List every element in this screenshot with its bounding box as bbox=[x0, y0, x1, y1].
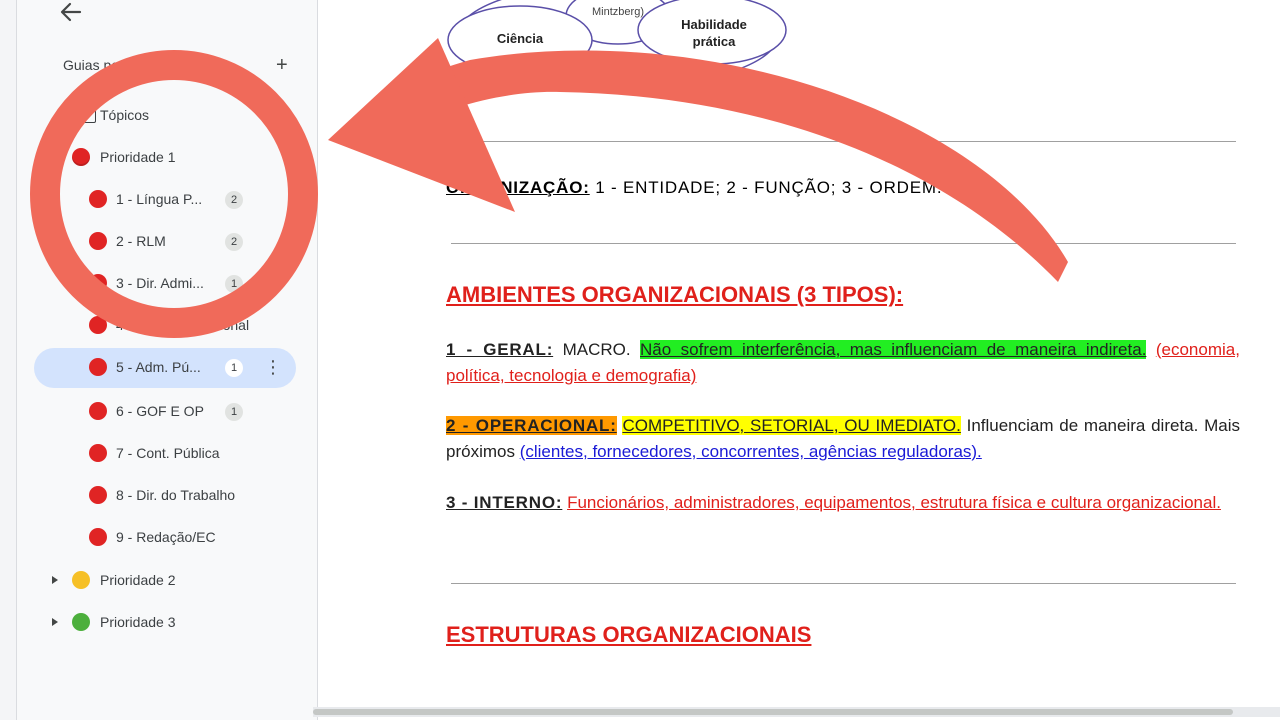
document-page[interactable]: Mintzberg) Ciência Habilidade prática OR… bbox=[318, 0, 1280, 720]
interno-term: 3 - INTERNO: bbox=[446, 493, 563, 512]
diagram-pratica-text: prática bbox=[693, 34, 736, 49]
sidebar-item-label: 4 - Dir. Constitucional bbox=[116, 317, 250, 333]
sidebar-item-adm-publica[interactable]: 5 - Adm. Pú... 1 ⋮ bbox=[34, 348, 296, 388]
sidebar-item-rlm[interactable]: 2 - RLM 2 bbox=[17, 222, 317, 260]
sidebar-item-prioridade-2[interactable]: Prioridade 2 bbox=[17, 561, 317, 599]
diagram-habilidade-text: Habilidade bbox=[681, 17, 747, 32]
sidebar-item-label: 2 - RLM bbox=[116, 233, 166, 249]
operacional-detail: (clientes, fornecedores, concorrentes, a… bbox=[519, 442, 982, 461]
yellow-circle-icon bbox=[72, 571, 90, 589]
mintzberg-diagram: Mintzberg) Ciência Habilidade prática bbox=[447, 0, 787, 88]
organizacao-term: ORGANIZAÇÃO: bbox=[446, 178, 590, 197]
sidebar-item-label: Tópicos bbox=[100, 107, 150, 123]
horizontal-scrollbar[interactable] bbox=[313, 707, 1280, 717]
sidebar-item-label: Prioridade 3 bbox=[100, 614, 176, 630]
sidebar-item-dir-administrativo[interactable]: 3 - Dir. Admi... 1 bbox=[17, 264, 317, 302]
red-circle-icon bbox=[89, 358, 107, 376]
organizacao-text: 1 - ENTIDADE; 2 - FUNÇÃO; 3 - ORDEM. bbox=[595, 178, 943, 197]
left-rail bbox=[0, 0, 17, 720]
interno-paragraph: 3 - INTERNO: Funcionários, administrador… bbox=[446, 490, 1240, 516]
sidebar-item-gof-e-op[interactable]: 6 - GOF E OP 1 bbox=[17, 392, 317, 430]
estruturas-heading: ESTRUTURAS ORGANIZACIONAIS bbox=[446, 622, 812, 647]
expand-triangle-icon[interactable] bbox=[52, 618, 58, 626]
sidebar-item-label: 7 - Cont. Pública bbox=[116, 445, 220, 461]
red-circle-icon bbox=[89, 232, 107, 250]
divider bbox=[451, 583, 1236, 584]
operacional-term: 2 - OPERACIONAL: bbox=[446, 416, 617, 435]
sidebar-item-topicos[interactable]: Tópicos bbox=[17, 96, 317, 134]
sidebar-item-label: 8 - Dir. do Trabalho bbox=[116, 487, 236, 503]
sidebar-item-prioridade-3[interactable]: Prioridade 3 bbox=[17, 603, 317, 641]
divider bbox=[451, 141, 1236, 142]
comment-count-badge: 2 bbox=[225, 191, 243, 209]
expand-triangle-icon[interactable] bbox=[52, 576, 58, 584]
sidebar-item-cont-publica[interactable]: 7 - Cont. Pública bbox=[17, 434, 317, 472]
scrollbar-thumb[interactable] bbox=[313, 709, 1233, 715]
red-circle-icon bbox=[89, 274, 107, 292]
sidebar-item-label: 3 - Dir. Admi... bbox=[116, 275, 204, 291]
geral-paragraph: 1 - GERAL: MACRO. Não sofrem interferênc… bbox=[446, 337, 1240, 389]
comment-count-badge: 1 bbox=[225, 359, 243, 377]
red-circle-icon bbox=[89, 528, 107, 546]
sidebar-item-label: Prioridade 2 bbox=[100, 572, 176, 588]
sidebar-item-label: 1 - Língua P... bbox=[116, 191, 203, 207]
back-arrow-icon[interactable] bbox=[57, 0, 83, 24]
sidebar-item-label: 9 - Redação/EC bbox=[116, 529, 216, 545]
red-circle-icon bbox=[89, 190, 107, 208]
sidebar-item-dir-do-trabalho[interactable]: 8 - Dir. do Trabalho bbox=[17, 476, 317, 514]
green-circle-icon bbox=[72, 613, 90, 631]
geral-term: 1 - GERAL: bbox=[446, 340, 554, 359]
comment-count-badge: 1 bbox=[225, 403, 243, 421]
sidebar-item-prioridade-1[interactable]: Prioridade 1 bbox=[17, 138, 317, 176]
diagram-ciencia-text: Ciência bbox=[497, 31, 544, 46]
diagram-mintzberg-text: Mintzberg) bbox=[592, 6, 644, 18]
red-circle-icon bbox=[89, 444, 107, 462]
personal-guides-label: Guias pessoais bbox=[63, 57, 159, 73]
red-circle-icon bbox=[72, 148, 90, 166]
sidebar-item-dir-constitucional[interactable]: 4 - Dir. Constitucional bbox=[17, 306, 317, 344]
comment-count-badge: 2 bbox=[225, 233, 243, 251]
sidebar: Guias pessoais + Tópicos Prioridade 1 1 … bbox=[17, 0, 318, 720]
sidebar-item-label: Prioridade 1 bbox=[100, 149, 176, 165]
red-circle-icon bbox=[89, 316, 107, 334]
interno-detail: Funcionários, administradores, equipamen… bbox=[567, 493, 1221, 512]
ambientes-heading: AMBIENTES ORGANIZACIONAIS (3 TIPOS): bbox=[446, 282, 904, 307]
geral-plain: MACRO. bbox=[562, 340, 631, 359]
sidebar-item-label: 6 - GOF E OP bbox=[116, 403, 204, 419]
operacional-highlight: COMPETITIVO, SETORIAL, OU IMEDIATO. bbox=[622, 416, 961, 435]
sidebar-item-redacao-ec[interactable]: 9 - Redação/EC bbox=[17, 518, 317, 556]
operacional-paragraph: 2 - OPERACIONAL: COMPETITIVO, SETORIAL, … bbox=[446, 413, 1240, 465]
comment-count-badge: 1 bbox=[225, 275, 243, 293]
sidebar-item-label: 5 - Adm. Pú... bbox=[116, 359, 201, 375]
sidebar-item-lingua-portuguesa[interactable]: 1 - Língua P... 2 bbox=[17, 180, 317, 218]
document-icon bbox=[83, 108, 96, 123]
divider bbox=[451, 243, 1236, 244]
red-circle-icon bbox=[89, 402, 107, 420]
organizacao-line: ORGANIZAÇÃO: 1 - ENTIDADE; 2 - FUNÇÃO; 3… bbox=[446, 178, 942, 198]
more-options-icon[interactable]: ⋮ bbox=[264, 356, 282, 378]
add-guide-plus-icon[interactable]: + bbox=[276, 55, 288, 75]
geral-highlight: Não sofrem interferência, mas influencia… bbox=[640, 340, 1147, 359]
red-circle-icon bbox=[89, 486, 107, 504]
